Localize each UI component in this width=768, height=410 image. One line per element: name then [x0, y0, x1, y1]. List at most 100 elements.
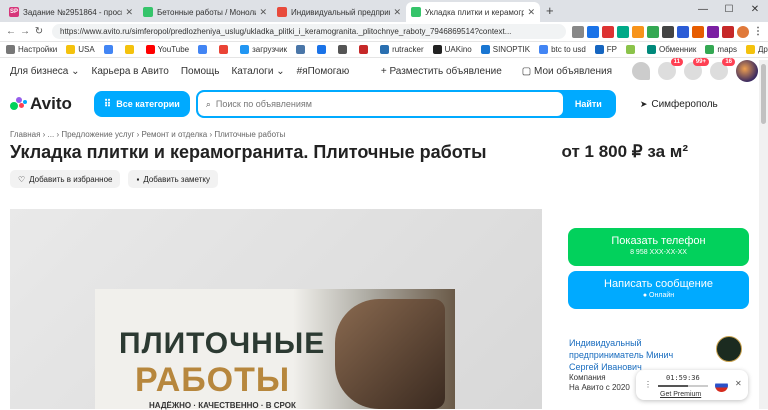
bookmark[interactable]: btc to usd: [539, 45, 586, 54]
browser-tab[interactable]: Индивидуальный предпринимат...✕: [272, 2, 406, 22]
gmail-icon: [219, 45, 229, 54]
photo-gallery[interactable]: ПЛИТОЧНЫЕ РАБОТЫ НАДЁЖНО · КАЧЕСТВЕННО ·…: [10, 209, 542, 410]
extension-icon[interactable]: [722, 25, 734, 38]
browser-tab-active[interactable]: Укладка плитки и керамогранита...✕: [406, 2, 540, 22]
extension-icon[interactable]: [707, 25, 719, 38]
rutracker-icon: [380, 45, 390, 54]
write-message-button[interactable]: Написать сообщение ● Онлайн: [568, 271, 749, 309]
bookmark[interactable]: [296, 45, 308, 54]
scrollbar[interactable]: [759, 60, 768, 409]
my-ads-link[interactable]: ▢ Мои объявления: [522, 66, 612, 77]
extension-icon[interactable]: [602, 25, 614, 38]
search-icon: ⌕: [205, 98, 211, 109]
minimize-icon[interactable]: —: [690, 0, 716, 22]
bookmark-icon: [626, 45, 636, 54]
browser-tab[interactable]: SPЗадание №2951864 - просмотр з✕: [4, 2, 138, 22]
extension-icon[interactable]: [677, 25, 689, 38]
maximize-icon[interactable]: ☐: [716, 0, 742, 22]
close-icon[interactable]: ✕: [735, 379, 742, 388]
bookmark[interactable]: [359, 45, 371, 54]
bookmark[interactable]: SINOPTIK: [480, 45, 530, 54]
notifications-icon[interactable]: 11: [658, 58, 683, 80]
folder-icon: [66, 45, 76, 54]
bookmark[interactable]: [338, 45, 350, 54]
browser-tab-strip: SPЗадание №2951864 - просмотр з✕ Бетонны…: [0, 0, 768, 22]
bookmark[interactable]: FP: [594, 45, 617, 54]
seller-name-link[interactable]: Индивидуальный предприниматель Минич Сер…: [569, 337, 684, 373]
hashtag-link[interactable]: #яПомогаю: [297, 66, 350, 77]
bookmark[interactable]: Настройки: [6, 45, 57, 54]
bookmark[interactable]: [626, 45, 638, 54]
all-categories-button[interactable]: ⠿ Все категории: [93, 91, 190, 117]
post-ad-link[interactable]: + Разместить объявление: [381, 66, 502, 77]
bookmark[interactable]: UAKino: [432, 45, 472, 54]
avito-top-nav: Для бизнеса ⌄ Карьера в Авито Помощь Кат…: [0, 58, 768, 84]
avito-logo[interactable]: Avito: [10, 94, 72, 114]
extension-icon[interactable]: [647, 25, 659, 38]
show-phone-button[interactable]: Показать телефон 8 958 XXX-XX-XX: [568, 228, 749, 266]
extension-icon[interactable]: [662, 25, 674, 38]
heart-icon: ♡: [18, 174, 26, 184]
search-button[interactable]: Найти: [563, 92, 614, 116]
favorites-heart-icon[interactable]: [632, 62, 650, 80]
player-progress[interactable]: [658, 385, 708, 387]
catalogs-link[interactable]: Каталоги ⌄: [231, 66, 284, 77]
bookmark[interactable]: maps: [705, 45, 737, 54]
bookmark[interactable]: [219, 45, 231, 54]
download-icon: [240, 45, 250, 54]
messages-icon[interactable]: 99+: [684, 58, 709, 80]
breadcrumb[interactable]: Главная › ... › Предложение услуг › Ремо…: [0, 124, 768, 139]
bookmark-icon: [359, 45, 369, 54]
bookmark[interactable]: YouTube: [145, 45, 189, 54]
close-tab-icon[interactable]: ✕: [259, 7, 267, 18]
fp-icon: [594, 45, 604, 54]
extension-icon[interactable]: [572, 25, 584, 38]
other-bookmarks[interactable]: Другие закладки: [745, 45, 768, 54]
reload-icon[interactable]: ↻: [32, 26, 46, 37]
maps-icon: [705, 45, 715, 54]
extension-icon[interactable]: [692, 25, 704, 38]
google-icon: [103, 45, 113, 54]
business-link[interactable]: Для бизнеса ⌄: [10, 66, 80, 77]
get-premium-link[interactable]: Get Premium: [660, 391, 701, 398]
profile-icon[interactable]: [737, 25, 749, 38]
bookmark[interactable]: загрузчик: [240, 45, 287, 54]
close-tab-icon[interactable]: ✕: [125, 7, 133, 18]
more-options-icon[interactable]: ⋮: [644, 380, 652, 389]
cart-icon[interactable]: 16: [710, 58, 735, 80]
browser-tab[interactable]: Бетонные работы / Монолит (79...✕: [138, 2, 272, 22]
bookmark[interactable]: [124, 45, 137, 54]
add-to-favorites-button[interactable]: ♡ Добавить в избранное: [10, 170, 121, 188]
banner-line-2: РАБОТЫ: [135, 361, 291, 399]
forward-icon[interactable]: →: [18, 26, 32, 37]
bookmark[interactable]: [317, 45, 329, 54]
russia-flag-icon[interactable]: [715, 379, 728, 392]
new-tab-button[interactable]: +: [546, 2, 554, 22]
help-link[interactable]: Помощь: [181, 66, 220, 77]
url-field[interactable]: https://www.avito.ru/simferopol/predlozh…: [52, 24, 566, 39]
bookmark[interactable]: USA: [66, 45, 95, 54]
avatar[interactable]: [736, 60, 758, 82]
extension-icon[interactable]: [617, 25, 629, 38]
close-tab-icon[interactable]: ✕: [393, 7, 401, 18]
bookmark[interactable]: [103, 45, 116, 54]
add-note-button[interactable]: ▪ Добавить заметку: [128, 170, 218, 188]
bookmark[interactable]: rutracker: [380, 45, 424, 54]
bookmark[interactable]: Обменник: [647, 45, 696, 54]
career-link[interactable]: Карьера в Авито: [92, 66, 169, 77]
close-tab-icon[interactable]: ✕: [527, 7, 535, 18]
sp-favicon-icon: SP: [9, 7, 19, 17]
scrollbar-thumb[interactable]: [761, 64, 766, 124]
extension-icon[interactable]: [587, 25, 599, 38]
back-icon[interactable]: ←: [4, 26, 18, 37]
title-row: Укладка плитки и керамогранита. Плиточны…: [0, 142, 768, 163]
menu-icon[interactable]: ⋮: [752, 26, 764, 38]
player-progress-fill: [658, 385, 688, 387]
seller-logo[interactable]: [716, 336, 742, 362]
extension-icon[interactable]: [632, 25, 644, 38]
bookmark[interactable]: [198, 45, 210, 54]
close-window-icon[interactable]: ✕: [742, 0, 768, 22]
search-input[interactable]: ⌕ Поиск по объявлениям: [197, 92, 563, 116]
price: от 1 800 ₽ за м²: [561, 142, 688, 161]
city-selector[interactable]: ➤ Симферополь: [640, 99, 718, 110]
